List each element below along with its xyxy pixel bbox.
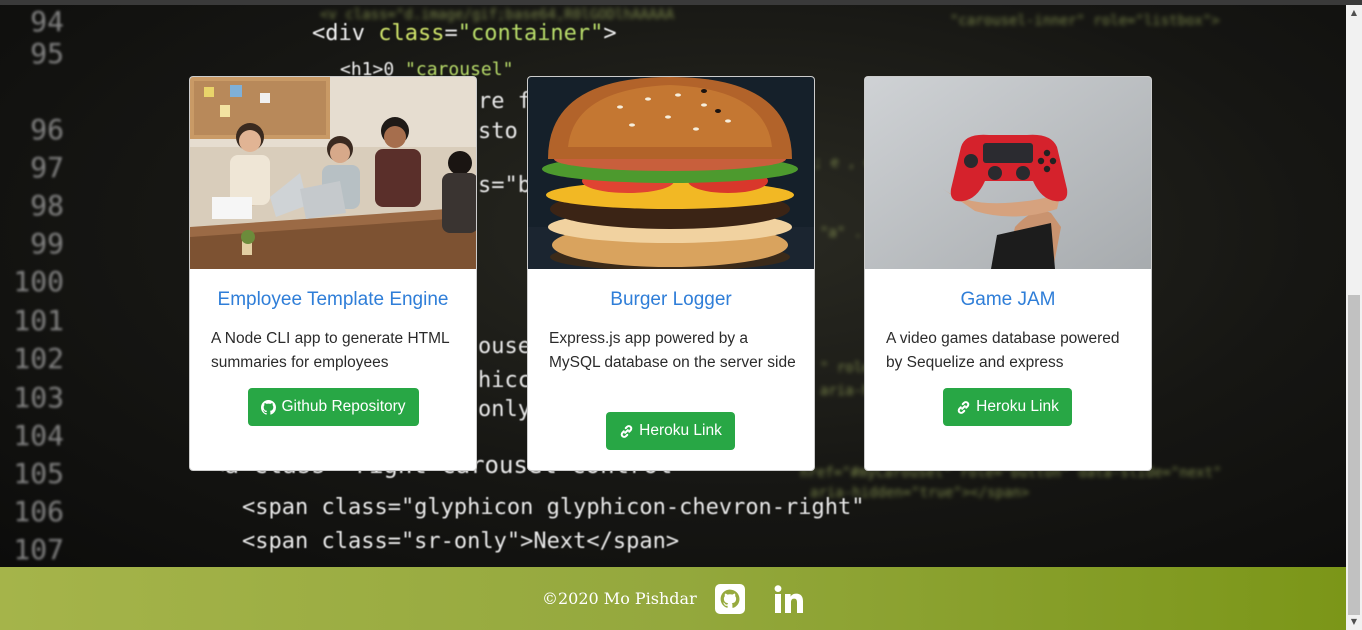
blurred-code-fragment: " role bbox=[820, 360, 871, 376]
code-text: <div class="container"> bbox=[312, 21, 617, 46]
line-number: 99 bbox=[30, 227, 64, 260]
button-label: Heroku Link bbox=[976, 398, 1059, 415]
burger-image bbox=[528, 77, 814, 269]
copyright-text: ©2020 Mo Pishdar bbox=[542, 589, 697, 608]
line-number: 103 bbox=[13, 381, 64, 414]
line-number: 105 bbox=[13, 457, 64, 490]
scrollbar-thumb[interactable] bbox=[1348, 295, 1360, 615]
project-card-burger-logger: Burger Logger Express.js app powered by … bbox=[527, 76, 815, 471]
project-title: Burger Logger bbox=[610, 289, 732, 310]
line-number: 94 bbox=[30, 5, 64, 38]
line-number: 106 bbox=[13, 495, 64, 528]
linkedin-icon bbox=[774, 585, 803, 613]
project-image-office-meeting bbox=[190, 77, 476, 269]
line-number: 100 bbox=[13, 265, 64, 298]
project-title: Employee Template Engine bbox=[217, 289, 449, 310]
github-square-icon bbox=[715, 584, 745, 614]
line-number: 102 bbox=[13, 342, 64, 375]
code-text: sto bbox=[478, 119, 518, 144]
scroll-up-arrow-icon[interactable]: ▲ bbox=[1346, 5, 1362, 21]
code-text: only bbox=[478, 397, 531, 422]
scroll-down-arrow-icon[interactable]: ▼ bbox=[1346, 614, 1362, 630]
page-scrollbar[interactable]: ▲ ▼ bbox=[1346, 5, 1362, 630]
line-number: 97 bbox=[30, 151, 64, 184]
project-image-game-controller bbox=[865, 77, 1151, 269]
link-icon bbox=[957, 400, 970, 414]
line-number: 95 bbox=[30, 37, 64, 70]
button-label: Heroku Link bbox=[639, 422, 722, 439]
line-number: 96 bbox=[30, 113, 64, 146]
github-repository-button[interactable]: Github Repository bbox=[248, 388, 419, 426]
code-text: s="b bbox=[478, 173, 531, 198]
github-icon bbox=[261, 399, 277, 415]
footer: ©2020 Mo Pishdar bbox=[0, 567, 1346, 630]
line-number: 104 bbox=[13, 419, 64, 452]
code-text: <span class="sr-only">Next</span> bbox=[242, 529, 680, 554]
code-text: <span class="glyphicon glyphicon-chevron… bbox=[242, 495, 865, 520]
project-card-employee-template-engine: Employee Template Engine A Node CLI app … bbox=[189, 76, 477, 471]
line-number: 98 bbox=[30, 189, 64, 222]
office-meeting-image bbox=[190, 77, 476, 269]
project-description: Express.js app powered by a MySQL databa… bbox=[549, 330, 796, 371]
project-card-game-jam: Game JAM A video games database powered … bbox=[864, 76, 1152, 471]
heroku-link-button[interactable]: Heroku Link bbox=[943, 388, 1072, 426]
code-text: hicc bbox=[478, 368, 531, 393]
line-number: 107 bbox=[13, 533, 64, 566]
project-description: A Node CLI app to generate HTML summarie… bbox=[211, 330, 450, 371]
footer-linkedin-link[interactable] bbox=[774, 585, 804, 617]
button-label: Github Repository bbox=[281, 398, 406, 415]
project-description: A video games database powered by Sequel… bbox=[886, 330, 1120, 371]
project-title: Game JAM bbox=[960, 289, 1056, 310]
heroku-link-button[interactable]: Heroku Link bbox=[606, 412, 735, 450]
project-image-burger bbox=[528, 77, 814, 269]
code-text: re f bbox=[478, 89, 531, 114]
line-number: 101 bbox=[13, 304, 64, 337]
link-icon bbox=[620, 424, 633, 438]
game-controller-image bbox=[865, 77, 1151, 269]
footer-github-link[interactable] bbox=[715, 584, 745, 618]
blurred-code-fragment: "carousel-inner" role="listbox"> bbox=[950, 13, 1220, 29]
